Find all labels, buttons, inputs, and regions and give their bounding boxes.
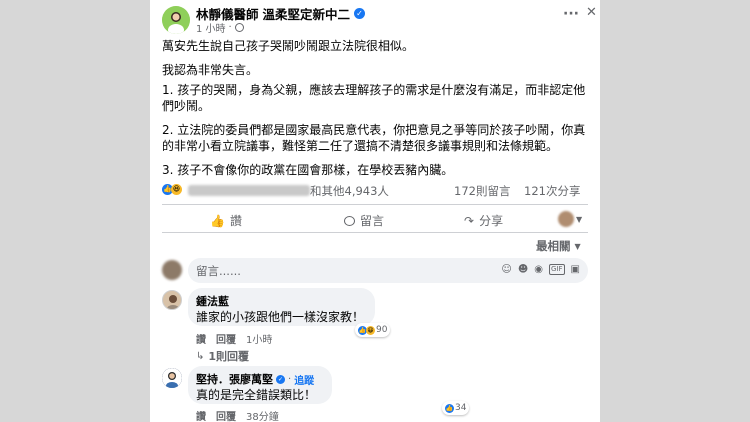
chevron-down-icon: ▼	[576, 214, 583, 224]
comment-like-link[interactable]: 讚	[196, 331, 206, 346]
composer-tools: ☺ ☻ ◉ GIF ▣	[501, 264, 580, 275]
verified-icon: ✓	[276, 374, 285, 384]
haha-reaction-icon: 😆	[171, 184, 182, 195]
comment-author-row: 堅持．張廖萬堅 ✓ · 追蹤	[196, 371, 314, 387]
emoji-icon[interactable]: ☻	[518, 264, 528, 275]
facebook-post-card: 林靜儀醫師 溫柔堅定新中二 ✓ 1 小時 · ··· ✕ 萬安先生說自己孩子哭鬧…	[150, 0, 600, 422]
page-name[interactable]: 溫柔堅定新中二	[263, 4, 351, 23]
comment-input[interactable]: 留言...... ☺ ☻ ◉ GIF ▣	[188, 258, 588, 283]
thumbs-up-icon: 👍	[210, 213, 225, 228]
comment-time[interactable]: 1小時	[246, 331, 272, 346]
post-paragraph-2: 我認為非常失言。	[162, 63, 259, 77]
comment-author[interactable]: 堅持．張廖萬堅	[196, 371, 273, 387]
comment-time[interactable]: 38分鐘	[246, 408, 279, 422]
verified-icon: ✓	[354, 8, 366, 19]
like-button[interactable]: 👍 讚	[210, 212, 242, 229]
comment-reaction-badge[interactable]: 👍 34	[442, 401, 470, 415]
commenter-avatar[interactable]	[162, 290, 182, 310]
shares-count[interactable]: 121次分享	[524, 183, 580, 199]
comment-reply-link[interactable]: 回覆	[216, 408, 236, 422]
comment-bubble: 鍾法藍 誰家的小孩跟他們一樣沒家教！	[188, 288, 375, 326]
close-icon[interactable]: ✕	[586, 5, 597, 20]
comment-sort-dropdown[interactable]: 最相關 ▼	[536, 238, 581, 254]
reactions-others-count[interactable]: 和其他4,943人	[310, 183, 389, 199]
divider	[162, 232, 588, 233]
reply-arrow-icon: ↳	[196, 350, 205, 362]
comment-actions: 讚 回覆 1小時	[196, 331, 272, 346]
comment-author[interactable]: 鍾法藍	[196, 293, 229, 309]
view-replies-link[interactable]: ↳ 1則回覆	[196, 348, 249, 364]
comment-like-link[interactable]: 讚	[196, 408, 206, 422]
comment-reply-link[interactable]: 回覆	[216, 331, 236, 346]
chevron-down-icon: ▼	[574, 241, 581, 251]
share-button-label: 分享	[479, 214, 504, 228]
comment-button-label: 留言	[360, 214, 385, 228]
divider	[162, 204, 588, 205]
share-button[interactable]: ↷ 分享	[464, 212, 503, 229]
current-user-avatar[interactable]	[162, 260, 182, 280]
haha-reaction-icon: 😆	[366, 325, 375, 335]
comment-reaction-count: 90	[376, 325, 388, 335]
meta-separator: ·	[228, 22, 232, 33]
comment-button[interactable]: 留言	[344, 212, 384, 229]
more-options-button[interactable]: ···	[563, 6, 579, 22]
blurred-reactor-names	[188, 185, 310, 196]
post-paragraph-3: 1. 孩子的哭鬧，身為父親，應該去理解孩子的需求是什麼沒有滿足，而非認定他們吵鬧…	[162, 83, 586, 113]
globe-icon	[234, 23, 244, 32]
post-paragraph-5: 3. 孩子不會像你的政黨在國會那樣，在學校丟豬內臟。	[162, 163, 454, 177]
share-arrow-icon: ↷	[464, 213, 475, 228]
comment-bubble-icon	[344, 215, 355, 226]
gif-icon[interactable]: GIF	[549, 264, 565, 275]
reaction-icons[interactable]: 👍 😆	[162, 184, 182, 195]
sticker-icon[interactable]: ▣	[571, 264, 580, 275]
post-meta: 1 小時 ·	[196, 20, 244, 35]
post-time[interactable]: 1 小時	[196, 20, 226, 35]
profile-switcher[interactable]: ▼	[558, 211, 582, 227]
comment-input-placeholder: 留言......	[196, 264, 241, 278]
post-paragraph-1: 萬安先生說自己孩子哭鬧吵鬧跟立法院很相似。	[162, 39, 415, 53]
sort-label: 最相關	[536, 239, 571, 253]
author-avatar[interactable]	[162, 6, 190, 34]
camera-icon[interactable]: ◉	[534, 264, 543, 275]
comment-actions: 讚 回覆 38分鐘	[196, 408, 279, 422]
comment-text: 真的是完全錯誤類比！	[196, 388, 317, 402]
commenter-avatar[interactable]	[162, 368, 182, 388]
follow-button[interactable]: 追蹤	[294, 372, 314, 387]
comment-text: 誰家的小孩跟他們一樣沒家教！	[196, 310, 365, 324]
comment-reaction-badge[interactable]: 👍 😆 90	[355, 323, 391, 337]
comments-count[interactable]: 172則留言	[454, 183, 510, 199]
avatar-sticker-icon[interactable]: ☺	[501, 264, 511, 275]
like-button-label: 讚	[229, 214, 242, 228]
view-replies-label: 1則回覆	[208, 350, 250, 363]
profile-avatar-icon	[558, 211, 574, 227]
comment-reaction-count: 34	[455, 403, 467, 413]
like-reaction-icon: 👍	[445, 403, 454, 413]
comment-bubble: 堅持．張廖萬堅 ✓ · 追蹤 真的是完全錯誤類比！	[188, 366, 332, 404]
post-paragraph-4: 2. 立法院的委員們都是國家最高民意代表，你把意見之爭等同於孩子吵鬧，你真的非常…	[162, 123, 586, 153]
follow-separator: ·	[288, 373, 292, 385]
